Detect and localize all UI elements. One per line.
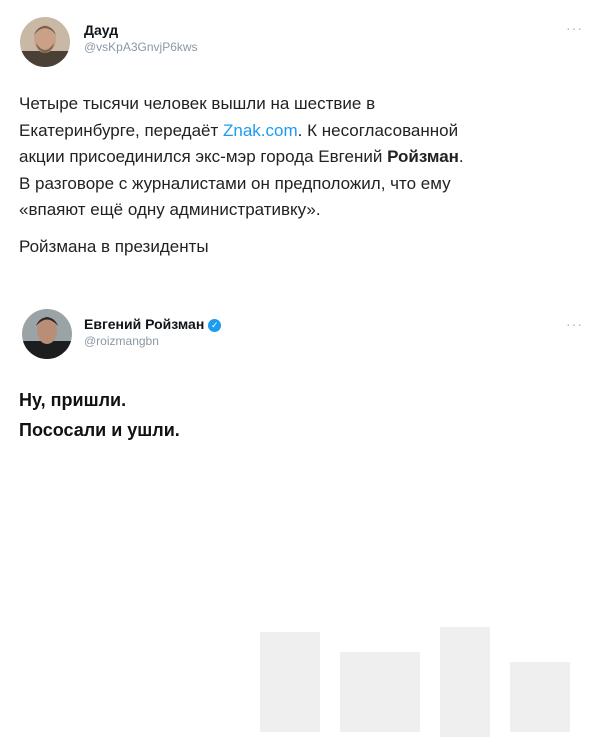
text-fragment: . К несогласованной (297, 120, 459, 140)
tweet-line: Четыре тысячи человек вышли на шествие в (19, 94, 376, 113)
ellipsis-icon[interactable]: ··· (566, 316, 583, 332)
znak-link[interactable]: Znak.com (223, 121, 298, 140)
author-name[interactable]: Дауд (84, 22, 118, 38)
tweet-line: Ройзмана в президенты (19, 236, 209, 256)
watermark-image (260, 627, 570, 737)
tweet-line: «впаяют ещё одну административку». (19, 200, 321, 219)
tweet-card-daud[interactable]: Дауд @vsKpA3GnvjP6kws ··· Четыре тысячи … (0, 0, 600, 292)
author-handle[interactable]: @vsKpA3GnvjP6kws (84, 40, 198, 54)
avatar-daud[interactable] (20, 17, 70, 67)
text-fragment: Екатеринбурге, передаёт (19, 120, 224, 140)
bold-name: Ройзман (387, 147, 459, 166)
ellipsis-icon[interactable]: ··· (566, 20, 583, 36)
author-name[interactable]: Евгений Ройзман ✓ (84, 316, 222, 332)
tweet-line: Ну, пришли. (19, 390, 127, 410)
avatar-roizman[interactable] (22, 309, 72, 359)
tweet-line: акции присоединился экс-мэр города Евген… (19, 144, 464, 171)
text-fragment: акции присоединился экс-мэр города Евген… (19, 147, 388, 166)
verified-badge-icon: ✓ (208, 319, 222, 332)
author-handle[interactable]: @roizmangbn (84, 334, 159, 348)
text-fragment: . (458, 147, 464, 166)
tweet-text: Ну, пришли. Пососали и ушли. (19, 385, 180, 445)
tweet-line: В разговоре с журналистами он предположи… (19, 173, 451, 193)
tweet-line: Екатеринбурге, передаёт Znak.com. К несо… (19, 118, 464, 145)
tweet-text: Четыре тысячи человек вышли на шествие в… (19, 91, 464, 260)
tweet-line: Пососали и ушли. (19, 420, 180, 440)
author-name-text[interactable]: Евгений Ройзман (84, 316, 204, 332)
